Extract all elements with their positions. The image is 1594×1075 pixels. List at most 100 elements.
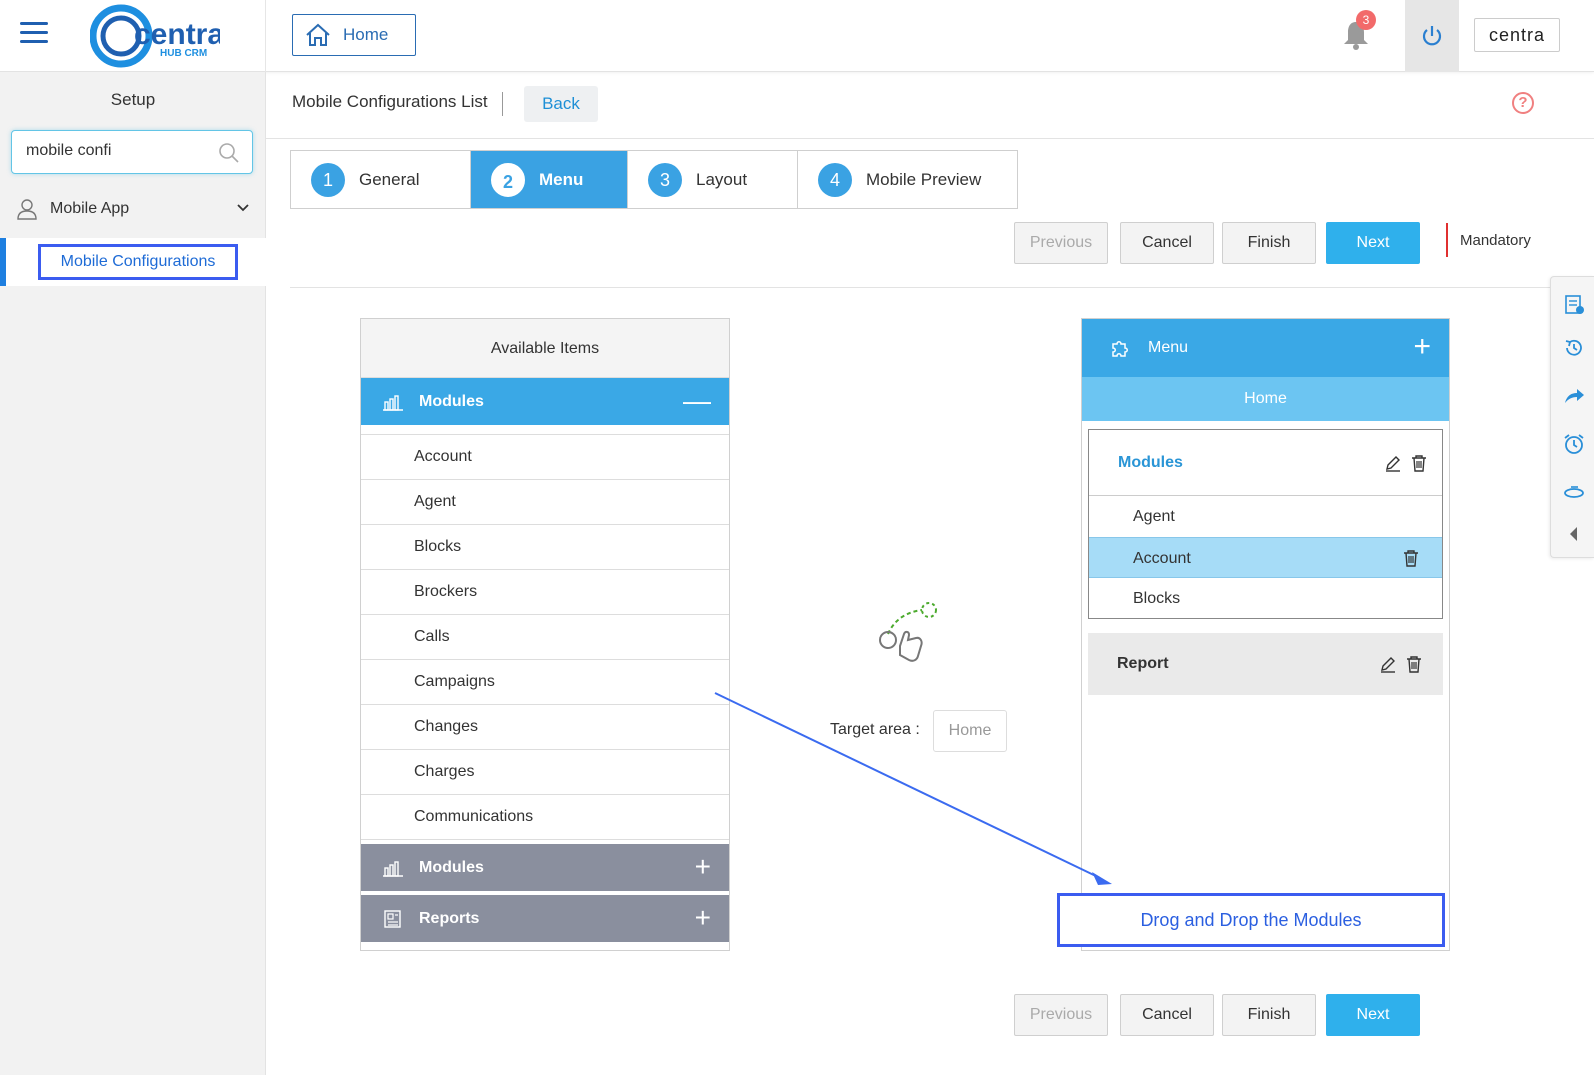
- finish-button[interactable]: Finish: [1222, 222, 1316, 264]
- previous-button[interactable]: Previous: [1014, 222, 1108, 264]
- list-item[interactable]: Communications: [361, 795, 729, 840]
- sidebar-item-mobile-configurations[interactable]: Mobile Configurations: [0, 238, 266, 286]
- menu-modules-header[interactable]: Modules: [1089, 430, 1442, 496]
- home-icon: [306, 23, 330, 46]
- expand-plus-icon[interactable]: +: [695, 904, 711, 932]
- available-group-modules-collapsed[interactable]: Modules +: [361, 844, 729, 891]
- collapse-minus-icon[interactable]: —: [683, 387, 711, 415]
- centra-logo[interactable]: centra HUB CRM: [89, 4, 224, 68]
- finish-button-bottom[interactable]: Finish: [1222, 994, 1316, 1036]
- group-label: Modules: [419, 858, 484, 876]
- report-actions: [1379, 655, 1423, 673]
- cancel-button[interactable]: Cancel: [1120, 222, 1214, 264]
- step-general[interactable]: 1 General: [291, 151, 471, 208]
- notification-badge: 3: [1356, 10, 1376, 30]
- next-button[interactable]: Next: [1326, 222, 1420, 264]
- drop-hint-box: Drog and Drop the Modules: [1057, 893, 1445, 947]
- group-label: Reports: [419, 909, 480, 927]
- menu-report-label: Report: [1117, 655, 1169, 672]
- group-label: Modules: [419, 392, 484, 410]
- step-label: General: [359, 169, 420, 189]
- profile-badge-label: centra: [1488, 24, 1546, 45]
- header-divider: [266, 138, 1594, 139]
- menu-report-group[interactable]: Report: [1088, 633, 1443, 695]
- history-icon[interactable]: [1563, 337, 1585, 359]
- menu-module-item[interactable]: Agent: [1089, 496, 1442, 537]
- sidebar-search[interactable]: [11, 130, 253, 174]
- list-item[interactable]: Charges: [361, 750, 729, 795]
- add-menu-plus-icon[interactable]: +: [1413, 332, 1431, 362]
- step-label: Layout: [696, 169, 748, 189]
- search-icon[interactable]: [218, 142, 240, 164]
- trash-icon[interactable]: [1402, 549, 1420, 567]
- bar-chart-icon: [383, 860, 403, 877]
- collapse-left-icon[interactable]: [1563, 523, 1585, 545]
- target-area-label: Target area :: [830, 721, 920, 738]
- view-360-icon[interactable]: [1563, 481, 1585, 503]
- previous-button-bottom[interactable]: Previous: [1014, 994, 1108, 1036]
- list-item[interactable]: Account: [361, 435, 729, 480]
- available-group-modules[interactable]: Modules —: [361, 378, 729, 425]
- power-button[interactable]: [1405, 0, 1459, 72]
- hamburger-menu-icon[interactable]: [20, 22, 48, 44]
- sidebar-item-label[interactable]: Mobile Configurations: [38, 244, 238, 280]
- menu-module-item-label: Account: [1133, 550, 1191, 567]
- expand-plus-icon[interactable]: +: [695, 853, 711, 881]
- page-title: Mobile Configurations List: [292, 92, 488, 111]
- mandatory-label: Mandatory: [1460, 232, 1531, 249]
- target-area-field[interactable]: Home: [933, 710, 1007, 752]
- step-menu[interactable]: 2 Menu: [471, 151, 628, 208]
- trash-icon[interactable]: [1410, 454, 1428, 472]
- list-item[interactable]: Campaigns: [361, 660, 729, 705]
- sidebar-group-label: Mobile App: [50, 200, 130, 217]
- menu-panel-title: Menu: [1148, 339, 1189, 356]
- list-item[interactable]: Brockers: [361, 570, 729, 615]
- clipboard-icon[interactable]: [1563, 293, 1585, 315]
- profile-badge[interactable]: centra: [1474, 18, 1560, 52]
- sidebar-group-mobile-app[interactable]: Mobile App: [16, 194, 256, 224]
- title-separator: [502, 92, 503, 116]
- brand-area: centra HUB CRM: [0, 0, 266, 72]
- section-divider: [290, 287, 1586, 288]
- chevron-down-icon[interactable]: [236, 200, 250, 214]
- top-bar: centra HUB CRM Home 3 centra: [0, 0, 1594, 72]
- next-button-bottom[interactable]: Next: [1326, 994, 1420, 1036]
- step-number: 4: [818, 162, 852, 197]
- menu-home-bar[interactable]: Home: [1082, 377, 1449, 421]
- trash-icon[interactable]: [1405, 655, 1423, 673]
- back-button[interactable]: Back: [524, 86, 598, 122]
- logo-text: centra: [134, 18, 220, 51]
- search-input[interactable]: [26, 142, 206, 160]
- help-icon[interactable]: ?: [1512, 92, 1534, 114]
- alarm-clock-icon[interactable]: [1563, 433, 1585, 455]
- step-number: 1: [311, 162, 345, 197]
- step-label: Mobile Preview: [866, 169, 982, 189]
- menu-module-item-selected[interactable]: Account: [1089, 537, 1442, 578]
- power-icon: [1422, 26, 1442, 46]
- home-button-label: Home: [343, 25, 389, 44]
- menu-module-item[interactable]: Blocks: [1089, 578, 1442, 619]
- step-number: 2: [491, 162, 525, 197]
- list-item[interactable]: Agent: [361, 480, 729, 525]
- menu-modules-label: Modules: [1118, 453, 1183, 471]
- step-mobile-preview[interactable]: 4 Mobile Preview: [798, 151, 1017, 208]
- step-layout[interactable]: 3 Layout: [628, 151, 798, 208]
- available-items-panel: Available Items Modules — Account Agent …: [360, 318, 730, 951]
- available-item-list: Account Agent Blocks Brockers Calls Camp…: [361, 434, 729, 840]
- list-item[interactable]: Blocks: [361, 525, 729, 570]
- sidebar-title: Setup: [110, 90, 156, 109]
- report-icon: [384, 909, 401, 928]
- user-icon: [17, 199, 37, 220]
- active-indicator: [0, 238, 6, 286]
- menu-modules-group: Modules Agent Account Blocks: [1088, 429, 1443, 619]
- list-item[interactable]: Changes: [361, 705, 729, 750]
- available-items-title: Available Items: [361, 319, 729, 378]
- cancel-button-bottom[interactable]: Cancel: [1120, 994, 1214, 1036]
- edit-pencil-icon[interactable]: [1384, 454, 1402, 472]
- edit-pencil-icon[interactable]: [1379, 655, 1397, 673]
- share-icon[interactable]: [1563, 385, 1585, 407]
- available-group-reports[interactable]: Reports +: [361, 895, 729, 942]
- list-item[interactable]: Calls: [361, 615, 729, 660]
- menu-panel: Menu + Home Modules Agent Account Blocks…: [1081, 318, 1450, 951]
- home-button[interactable]: Home: [292, 14, 416, 56]
